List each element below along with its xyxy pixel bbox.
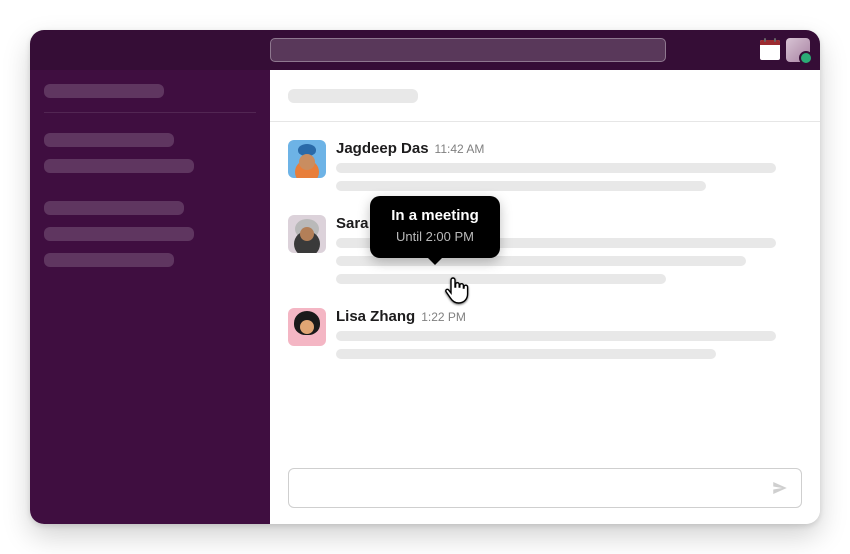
message-text [336, 349, 716, 359]
message-text [336, 274, 666, 284]
main-panel: Jagdeep Das 11:42 AM Sara Parras [270, 70, 820, 524]
sidebar-item[interactable] [44, 227, 194, 241]
channel-title[interactable] [288, 89, 418, 103]
pointer-cursor-icon [444, 276, 470, 306]
message-text [336, 163, 776, 173]
sidebar-header[interactable] [44, 84, 256, 113]
message: Lisa Zhang 1:22 PM [270, 300, 820, 375]
sidebar [30, 70, 270, 524]
message: Sara Parras 1:15 PM [270, 207, 820, 300]
sidebar-item[interactable] [44, 253, 174, 267]
sender-name[interactable]: Lisa Zhang [336, 308, 415, 325]
status-tooltip: In a meeting Until 2:00 PM [370, 196, 500, 258]
message: Jagdeep Das 11:42 AM [270, 132, 820, 207]
sender-name[interactable]: Jagdeep Das [336, 140, 429, 157]
sidebar-item[interactable] [44, 201, 184, 215]
message-text [336, 331, 776, 341]
workspace: Jagdeep Das 11:42 AM Sara Parras [30, 70, 820, 524]
tooltip-title: In a meeting [388, 206, 482, 226]
user-status-icon[interactable] [760, 40, 780, 60]
sidebar-item[interactable] [44, 133, 174, 147]
app-window: Jagdeep Das 11:42 AM Sara Parras [30, 30, 820, 524]
sidebar-item[interactable] [44, 159, 194, 173]
channel-header [270, 70, 820, 122]
sender-avatar[interactable] [288, 215, 326, 253]
top-bar [30, 30, 820, 70]
tooltip-subtitle: Until 2:00 PM [388, 228, 482, 246]
message-text [336, 181, 706, 191]
send-icon[interactable] [771, 479, 789, 497]
search-input[interactable] [270, 38, 666, 62]
message-timestamp: 11:42 AM [435, 142, 485, 156]
sender-avatar[interactable] [288, 308, 326, 346]
message-composer[interactable] [288, 468, 802, 508]
message-list: Jagdeep Das 11:42 AM Sara Parras [270, 122, 820, 468]
user-avatar[interactable] [786, 38, 810, 62]
message-timestamp: 1:22 PM [421, 310, 466, 324]
sender-avatar[interactable] [288, 140, 326, 178]
